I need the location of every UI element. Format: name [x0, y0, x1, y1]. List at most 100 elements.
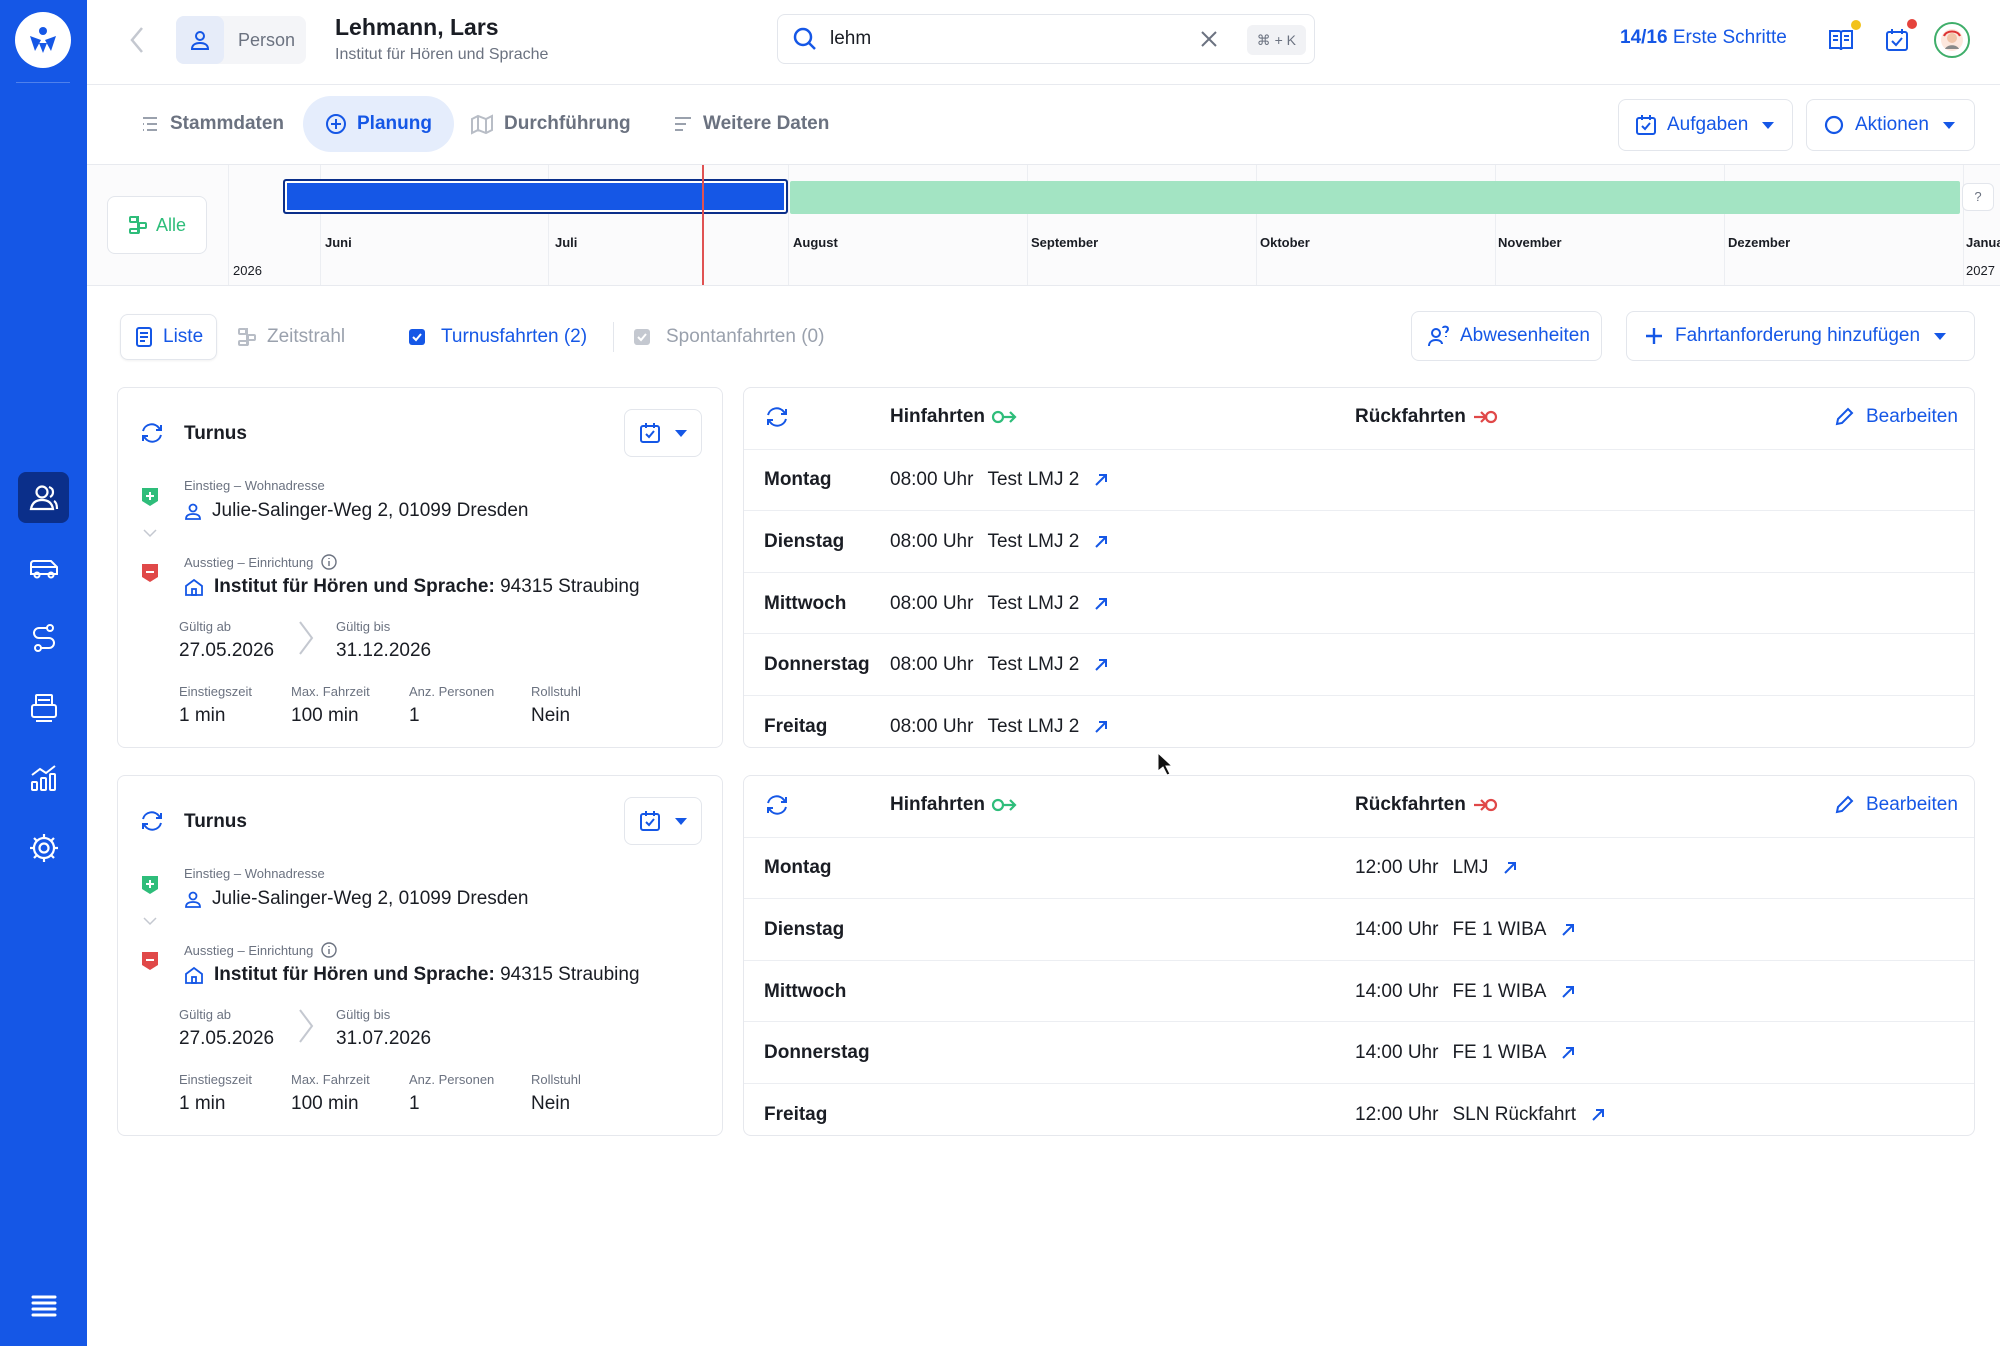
turnus-calendar-button[interactable]: [624, 797, 702, 845]
tab-planung[interactable]: Planung: [303, 96, 454, 152]
docs-button[interactable]: [1825, 20, 1861, 56]
calendar-check-icon: [1636, 115, 1656, 135]
edit-schedule-button[interactable]: Bearbeiten: [1834, 794, 1958, 816]
persons-value: 1: [409, 705, 420, 726]
outbound-trip[interactable]: 08:00 Uhr Test LMJ 2: [890, 531, 1109, 553]
day-label: Dienstag: [764, 531, 845, 552]
plus-icon: [1646, 328, 1662, 344]
external-link-icon[interactable]: [1093, 534, 1109, 550]
steps-label: Erste Schritte: [1672, 27, 1787, 48]
search-box[interactable]: lehm ⌘ + K: [777, 14, 1315, 64]
search-input[interactable]: lehm: [830, 28, 871, 50]
timeline-month-label: November: [1498, 235, 1562, 250]
sidebar-item-print[interactable]: [18, 682, 69, 733]
timeline-help-button[interactable]: ?: [1962, 183, 1994, 211]
external-link-icon[interactable]: [1560, 1045, 1576, 1061]
view-toggle-list[interactable]: Liste: [120, 314, 217, 360]
steps-count: 14/16: [1620, 27, 1668, 48]
checkbox-disabled[interactable]: [634, 329, 650, 345]
absences-button[interactable]: Abwesenheiten: [1411, 311, 1602, 361]
tab-durchfuehrung[interactable]: Durchführung: [470, 96, 631, 152]
external-link-icon[interactable]: [1093, 596, 1109, 612]
external-link-icon[interactable]: [1502, 860, 1518, 876]
actions-dropdown-button[interactable]: Aktionen: [1806, 99, 1975, 151]
info-icon[interactable]: [321, 942, 338, 958]
external-link-icon[interactable]: [1560, 922, 1576, 938]
sidebar-item-contacts[interactable]: [18, 472, 69, 523]
external-link-icon[interactable]: [1590, 1107, 1606, 1123]
timeline-period-remaining[interactable]: [790, 181, 1960, 214]
onboarding-steps-link[interactable]: 14/16 Erste Schritte: [1620, 27, 1787, 49]
filter-label: Spontanfahrten (0): [666, 326, 825, 347]
turnus-title: Turnus: [184, 811, 247, 832]
sidebar-item-routes[interactable]: [18, 612, 69, 663]
day-label: Donnerstag: [764, 1042, 870, 1063]
external-link-icon[interactable]: [1093, 472, 1109, 488]
row-divider: [744, 960, 1974, 961]
checkbox-checked[interactable]: [409, 329, 425, 345]
tab-label: Durchführung: [504, 113, 631, 134]
external-link-icon[interactable]: [1560, 984, 1576, 1000]
outbound-trip[interactable]: 08:00 Uhr Test LMJ 2: [890, 654, 1109, 676]
timeline-period-active[interactable]: [283, 179, 788, 214]
dropoff-facility-name: Institut für Hören und Sprache:: [214, 964, 495, 985]
boarding-time-label: Einstiegszeit: [179, 1072, 252, 1087]
row-divider: [744, 1021, 1974, 1022]
add-trip-request-button[interactable]: Fahrtanforderung hinzufügen: [1626, 311, 1975, 361]
return-trip[interactable]: 14:00 Uhr FE 1 WIBA: [1355, 1042, 1576, 1064]
view-toggle-timeline[interactable]: Zeitstrahl: [237, 314, 345, 360]
trip-name: FE 1 WIBA: [1452, 981, 1547, 1002]
row-divider: [744, 633, 1974, 634]
trip-time: 08:00 Uhr: [890, 531, 974, 552]
user-avatar[interactable]: [1934, 22, 1970, 58]
app-logo[interactable]: [15, 12, 71, 68]
vehicle-icon: [29, 559, 58, 578]
entity-type-label: Person: [238, 29, 296, 50]
sidebar-item-vehicles[interactable]: [18, 542, 69, 593]
docs-notification-dot: [1851, 20, 1861, 30]
outbound-trip[interactable]: 08:00 Uhr Test LMJ 2: [890, 716, 1109, 738]
tab-stammdaten[interactable]: Stammdaten: [140, 96, 284, 152]
timeline-year-label: 2027: [1966, 263, 1995, 278]
sidebar-item-analytics[interactable]: [18, 752, 69, 803]
settings-icon: [29, 833, 58, 862]
tab-weitere-daten[interactable]: Weitere Daten: [673, 96, 829, 152]
sidebar-menu-toggle[interactable]: [18, 1280, 69, 1331]
entity-type-chip[interactable]: Person: [176, 16, 306, 64]
outbound-trip[interactable]: 08:00 Uhr Test LMJ 2: [890, 593, 1109, 615]
return-trip[interactable]: 14:00 Uhr FE 1 WIBA: [1355, 981, 1576, 1003]
row-divider: [744, 572, 1974, 573]
tasks-dropdown-button[interactable]: Aufgaben: [1618, 99, 1793, 151]
chevron-down-icon: [1942, 121, 1955, 129]
turnus-calendar-button[interactable]: [624, 409, 702, 457]
person-icon: [185, 503, 201, 520]
filter-spontanfahrten[interactable]: Spontanfahrten (0): [634, 314, 824, 360]
sidebar-item-settings[interactable]: [18, 822, 69, 873]
return-trip[interactable]: 12:00 Uhr SLN Rückfahrt: [1355, 1104, 1606, 1126]
trip-time: 14:00 Uhr: [1355, 1042, 1439, 1063]
outbound-trip[interactable]: 08:00 Uhr Test LMJ 2: [890, 469, 1109, 491]
chevron-right-icon: [299, 1009, 314, 1043]
trip-time: 14:00 Uhr: [1355, 919, 1439, 940]
map-icon: [471, 114, 493, 135]
external-link-icon[interactable]: [1093, 719, 1109, 735]
filter-turnusfahrten[interactable]: Turnusfahrten (2): [409, 314, 587, 360]
return-trip[interactable]: 12:00 Uhr LMJ: [1355, 857, 1518, 879]
back-button[interactable]: [120, 20, 154, 60]
pickup-address-text: Julie-Salinger-Weg 2, 01099 Dresden: [212, 888, 529, 909]
row-divider: [744, 695, 1974, 696]
tab-label: Stammdaten: [170, 113, 285, 134]
outbound-arrow-icon: [991, 410, 1017, 424]
info-icon[interactable]: [321, 554, 338, 570]
timeline-filter-all[interactable]: Alle: [107, 196, 207, 254]
clear-search-icon[interactable]: [1198, 28, 1220, 50]
person-question-icon: [1428, 325, 1450, 347]
return-trip[interactable]: 14:00 Uhr FE 1 WIBA: [1355, 919, 1576, 941]
analytics-icon: [30, 764, 56, 791]
edit-schedule-button[interactable]: Bearbeiten: [1834, 406, 1958, 428]
external-link-icon[interactable]: [1093, 657, 1109, 673]
tasks-header-button[interactable]: [1881, 19, 1917, 56]
absences-label: Abwesenheiten: [1460, 325, 1590, 346]
day-label: Mittwoch: [764, 981, 847, 1002]
person-icon: [190, 31, 210, 50]
